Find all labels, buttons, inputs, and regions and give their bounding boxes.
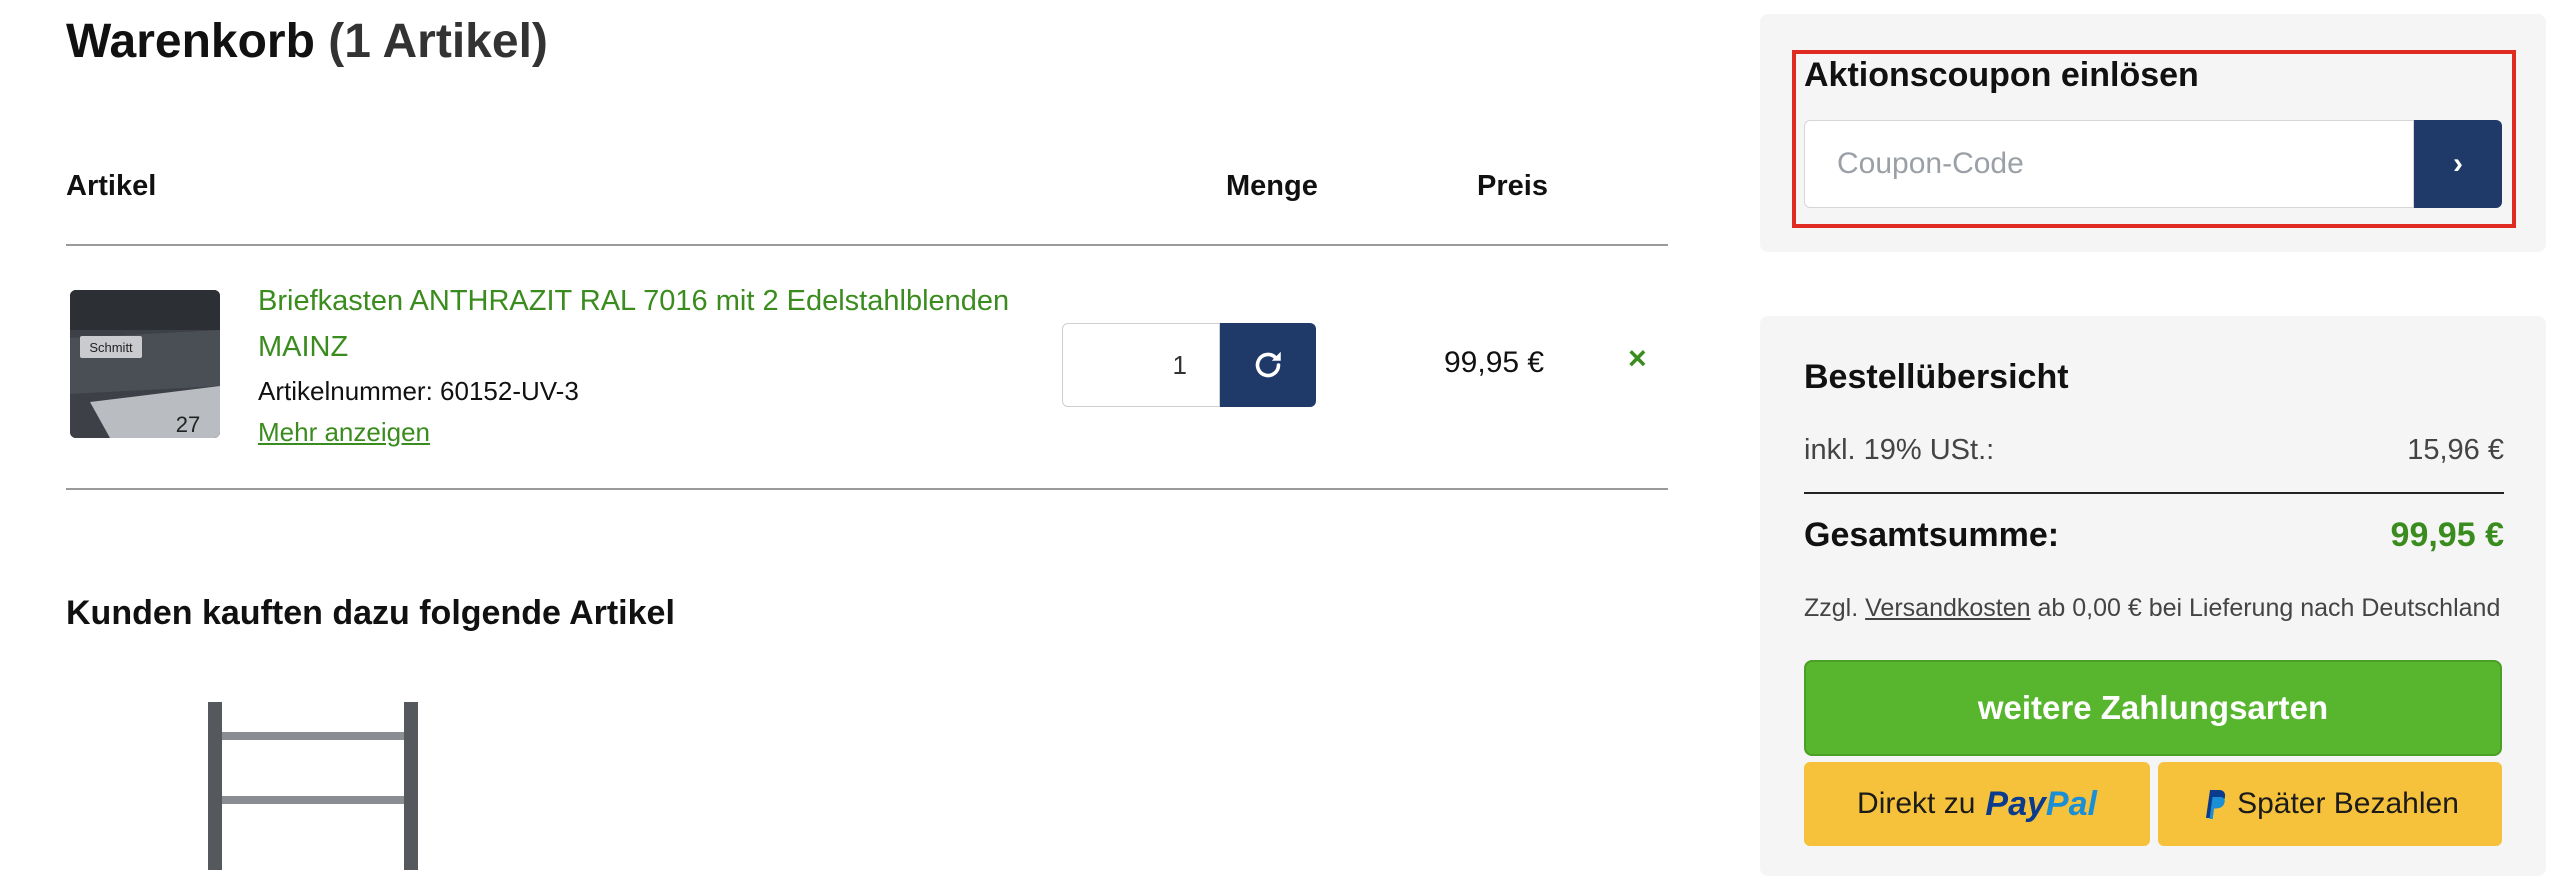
cart-title: Warenkorb (66, 15, 315, 68)
article-number: Artikelnummer: 60152-UV-3 (258, 376, 579, 406)
item-price: 99,95 € (1444, 346, 1545, 379)
remove-item-icon[interactable]: × (1628, 340, 1647, 377)
table-divider-top (66, 244, 1668, 246)
product-image-number-label: 27 (176, 412, 200, 437)
product-image[interactable]: Schmitt 27 (70, 290, 220, 438)
total-value: 99,95 € (2390, 516, 2504, 554)
paypal-checkout-button[interactable]: Direkt zu PayPal (1804, 762, 2150, 846)
vat-label: inkl. 19% USt.: (1804, 434, 1995, 466)
coupon-title: Aktionscoupon einlösen (1804, 56, 2199, 94)
page-title: Warenkorb (1 Artikel) (66, 14, 548, 69)
show-more-link[interactable]: Mehr anzeigen (258, 417, 430, 448)
coupon-submit-button[interactable]: › (2414, 120, 2502, 208)
total-label: Gesamtsumme: (1804, 516, 2060, 554)
refresh-icon (1255, 351, 1281, 378)
paypal-icon (2206, 790, 2226, 819)
column-header-quantity: Menge (1226, 170, 1318, 202)
quantity-input[interactable]: 1 (1062, 323, 1220, 407)
paypal-pay-later-button[interactable]: Später Bezahlen (2158, 762, 2502, 846)
more-payment-methods-button[interactable]: weitere Zahlungsarten (1804, 660, 2502, 756)
coupon-code-input[interactable] (1804, 120, 2414, 208)
column-header-price: Preis (1477, 170, 1548, 202)
column-header-article: Artikel (66, 170, 157, 202)
update-quantity-button[interactable] (1220, 323, 1316, 407)
shipping-note: Zzgl. Versandkosten ab 0,00 € bei Liefer… (1804, 594, 2500, 623)
shipping-prefix: Zzgl. (1804, 594, 1859, 622)
paypal-logo: PayPal (1985, 785, 2097, 824)
summary-divider (1804, 492, 2504, 494)
table-divider-bottom (66, 488, 1668, 490)
order-summary-title: Bestellübersicht (1804, 358, 2069, 396)
pay-later-label: Später Bezahlen (2237, 787, 2459, 820)
paypal-prefix: Direkt zu (1857, 787, 1976, 820)
shipping-suffix: ab 0,00 € bei Lieferung nach Deutschland (2037, 594, 2501, 622)
upsell-title: Kunden kauften dazu folgende Artikel (66, 594, 675, 632)
paypal-logo-pay: Pay (1985, 784, 2046, 823)
shipping-costs-link[interactable]: Versandkosten (1865, 594, 2030, 622)
cart-count: (1 Artikel) (328, 15, 548, 68)
upsell-product-image[interactable] (160, 690, 580, 870)
paypal-logo-pal: Pal (2045, 784, 2097, 823)
product-title-link[interactable]: Briefkasten ANTHRAZIT RAL 7016 mit 2 Ede… (258, 278, 1058, 370)
product-image-name-label: Schmitt (89, 340, 133, 355)
vat-value: 15,96 € (2407, 434, 2504, 466)
